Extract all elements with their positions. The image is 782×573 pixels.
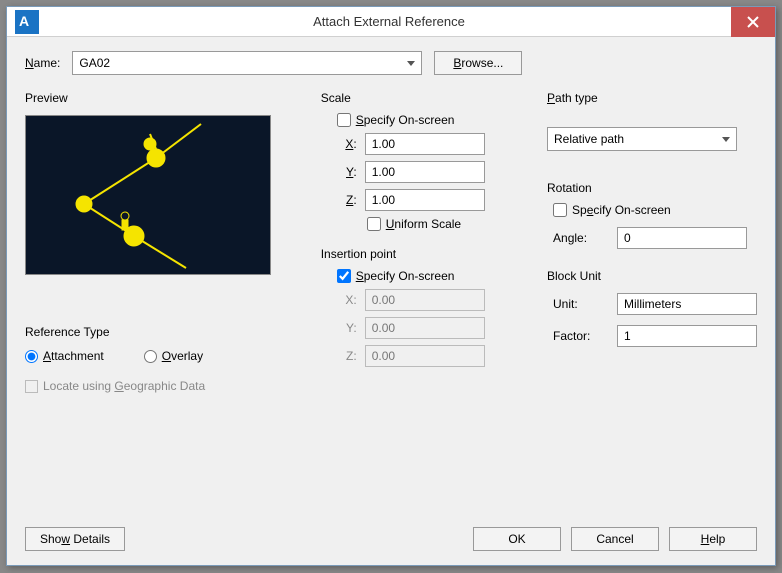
overlay-radio-input[interactable] [144,350,157,363]
dialog-title: Attach External Reference [47,14,731,29]
rotation-specify-checkbox[interactable]: Specify On-screen [553,203,757,217]
insertion-y-label: Y: [337,321,357,335]
scale-x-input[interactable] [365,133,485,155]
locate-geographic-checkbox: Locate using Geographic Data [25,379,303,393]
insertion-x-label: X: [337,293,357,307]
uniform-scale-checkbox[interactable]: Uniform Scale [367,217,529,231]
unit-label: Unit: [553,297,603,311]
block-unit-title: Block Unit [547,269,757,283]
dialog-window: Attach External Reference Name: GA02 Bro… [6,6,776,566]
scale-y-label: Y: [337,165,357,179]
path-type-select[interactable]: Relative path [547,127,737,151]
scale-x-label: X: [337,137,357,151]
insertion-x-input [365,289,485,311]
preview-title: Preview [25,91,303,105]
attachment-radio-input[interactable] [25,350,38,363]
path-type-value: Relative path [554,132,624,146]
chevron-down-icon [407,61,415,66]
browse-button[interactable]: Browse... [434,51,522,75]
unit-value: Millimeters [617,293,757,315]
insertion-z-input [365,345,485,367]
chevron-down-icon [722,137,730,142]
name-value: GA02 [79,56,110,70]
close-icon [747,16,759,28]
checkbox-icon [25,380,38,393]
app-icon [15,10,39,34]
rotation-title: Rotation [547,181,757,195]
name-select[interactable]: GA02 [72,51,422,75]
angle-label: Angle: [553,231,603,245]
scale-specify-checkbox[interactable]: Specify On-screen [337,113,529,127]
name-label: Name: [25,56,60,70]
factor-value: 1 [617,325,757,347]
scale-z-input[interactable] [365,189,485,211]
close-button[interactable] [731,7,775,37]
show-details-button[interactable]: Show Details [25,527,125,551]
scale-z-label: Z: [337,193,357,207]
insertion-specify-checkbox[interactable]: Specify On-screen [337,269,529,283]
insertion-title: Insertion point [321,247,529,261]
ok-button[interactable]: OK [473,527,561,551]
scale-title: Scale [321,91,529,105]
preview-image [25,115,271,275]
insertion-y-input [365,317,485,339]
cancel-button[interactable]: Cancel [571,527,659,551]
help-button[interactable]: Help [669,527,757,551]
angle-input[interactable] [617,227,747,249]
overlay-radio[interactable]: Overlay [144,349,203,363]
scale-y-input[interactable] [365,161,485,183]
reference-type-title: Reference Type [25,325,303,339]
factor-label: Factor: [553,329,603,343]
attachment-radio[interactable]: Attachment [25,349,104,363]
path-type-title: Path type [547,91,757,105]
titlebar: Attach External Reference [7,7,775,37]
insertion-z-label: Z: [337,349,357,363]
